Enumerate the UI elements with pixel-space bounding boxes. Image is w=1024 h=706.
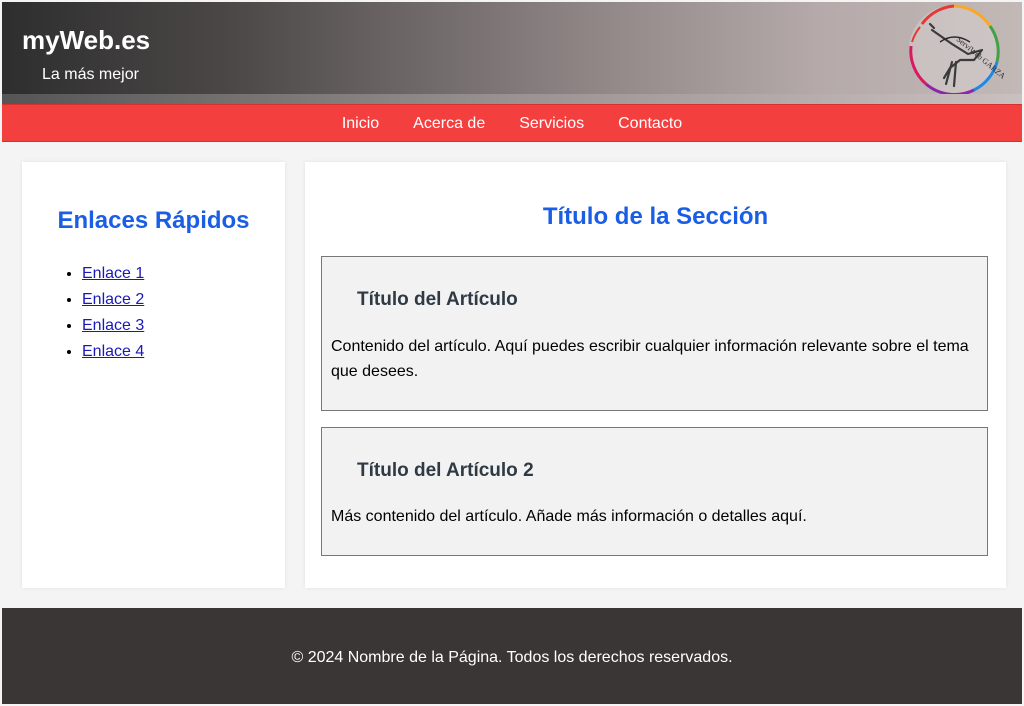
nav-link-acerca-de[interactable]: Acerca de — [413, 106, 485, 142]
article-text: Más contenido del artículo. Añade más in… — [331, 508, 807, 525]
nav-link-servicios[interactable]: Servicios — [519, 106, 584, 142]
section-title: Título de la Sección — [542, 203, 769, 230]
sidebar-title: Enlaces Rápidos — [57, 207, 250, 234]
article-title: Título del Artículo — [357, 289, 518, 310]
nav-item-inicio: Inicio — [342, 106, 379, 142]
sidebar: Enlaces Rápidos Enlace 1 Enlace 2 Enlace… — [22, 162, 285, 588]
stork-ring-logo-icon[interactable]: ServiWeb GARZA — [904, 2, 1004, 98]
main-nav: Inicio Acerca de Servicios Contacto — [2, 104, 1022, 142]
article-card: Título del Artículo 2 Más contenido del … — [321, 427, 988, 556]
quick-link-4[interactable]: Enlace 4 — [82, 343, 144, 360]
site-footer: © 2024 Nombre de la Página. Todos los de… — [2, 608, 1022, 704]
quick-link-1[interactable]: Enlace 1 — [82, 265, 144, 282]
nav-link-contacto[interactable]: Contacto — [618, 106, 682, 142]
nav-item-contacto: Contacto — [618, 106, 682, 142]
header-stripe — [2, 94, 1022, 104]
article-card: Título del Artículo Contenido del artícu… — [321, 256, 988, 411]
list-item: Enlace 3 — [82, 313, 144, 339]
nav-link-inicio[interactable]: Inicio — [342, 106, 379, 142]
main-content: Título de la Sección Título del Artículo… — [305, 162, 1006, 588]
quick-link-2[interactable]: Enlace 2 — [82, 291, 144, 308]
footer-copyright: © 2024 Nombre de la Página. Todos los de… — [291, 649, 733, 666]
site-header: myWeb.es La más mejor ServiWeb GARZA — [2, 2, 1022, 97]
page-frame: myWeb.es La más mejor ServiWeb GARZA Ini… — [2, 2, 1022, 704]
list-item: Enlace 2 — [82, 287, 144, 313]
nav-item-servicios: Servicios — [519, 106, 584, 142]
quick-links-list: Enlace 1 Enlace 2 Enlace 3 Enlace 4 — [62, 261, 144, 365]
site-subtitle: La más mejor — [42, 66, 139, 83]
list-item: Enlace 4 — [82, 339, 144, 365]
article-text: Contenido del artículo. Aquí puedes escr… — [331, 338, 969, 380]
quick-link-3[interactable]: Enlace 3 — [82, 317, 144, 334]
article-title: Título del Artículo 2 — [357, 460, 534, 481]
list-item: Enlace 1 — [82, 261, 144, 287]
site-title[interactable]: myWeb.es — [22, 24, 150, 56]
nav-item-acerca: Acerca de — [413, 106, 485, 142]
nav-list: Inicio Acerca de Servicios Contacto — [2, 105, 1022, 143]
